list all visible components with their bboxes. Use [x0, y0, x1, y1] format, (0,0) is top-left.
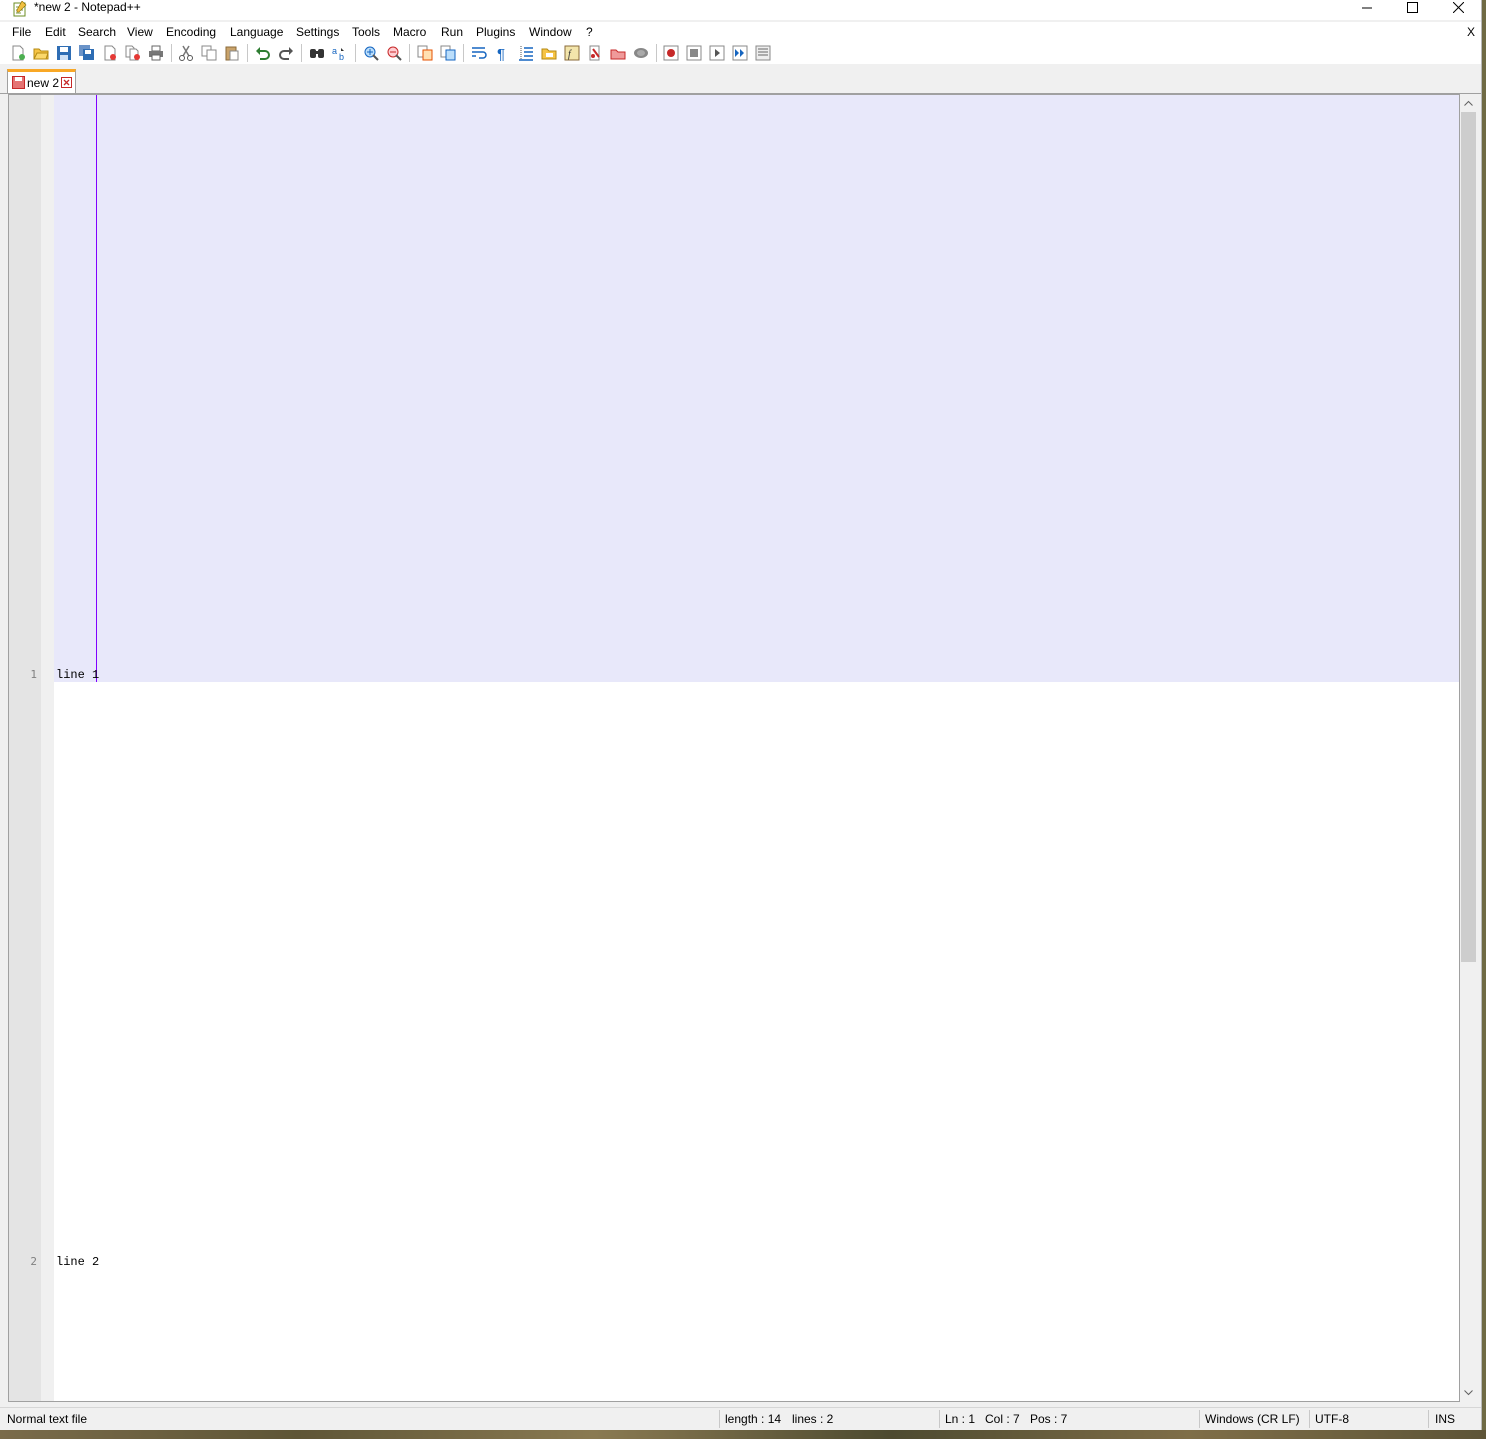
status-file-type: Normal text file	[7, 1412, 88, 1426]
doc-map-icon[interactable]	[587, 45, 603, 61]
scroll-up-arrow-icon[interactable]	[1460, 96, 1477, 110]
find-icon[interactable]	[309, 45, 325, 61]
minimize-button[interactable]	[1344, 0, 1390, 15]
menu-search[interactable]: Search	[78, 25, 116, 39]
tab-label: new 2	[27, 76, 60, 90]
status-eol-format: Windows (CR LF)	[1205, 1412, 1300, 1426]
title-bar: *new 2 - Notepad++	[0, 0, 1481, 20]
notepadpp-app-icon	[13, 0, 27, 17]
macro-run-multiple-icon[interactable]	[732, 45, 748, 61]
menu-view[interactable]: View	[127, 25, 153, 39]
line-number: 2	[30, 1255, 37, 1268]
close-all-icon[interactable]	[125, 45, 141, 61]
svg-text:a: a	[332, 46, 337, 56]
function-list-icon[interactable]: f	[564, 45, 580, 61]
unsaved-file-icon	[12, 76, 25, 92]
macro-stop-icon[interactable]	[686, 45, 702, 61]
sync-vertical-icon[interactable]	[417, 45, 433, 61]
monitoring-icon[interactable]	[633, 45, 649, 61]
fold-margin	[41, 95, 54, 1401]
status-length: length : 14	[725, 1412, 782, 1426]
sync-horizontal-icon[interactable]	[440, 45, 456, 61]
status-lines: lines : 2	[792, 1412, 834, 1426]
macro-play-icon[interactable]	[709, 45, 725, 61]
tab-new-2[interactable]: new 2	[7, 69, 76, 93]
copy-icon[interactable]	[201, 45, 217, 61]
notepadpp-window: *new 2 - Notepad++ File Edit Search View…	[0, 0, 1482, 1430]
scroll-down-arrow-icon[interactable]	[1460, 1386, 1477, 1400]
toolbar: ab ¶ f	[0, 42, 1481, 64]
tab-close-icon[interactable]	[61, 77, 72, 91]
close-window-button[interactable]	[1435, 0, 1481, 15]
status-position: Pos : 7	[1030, 1412, 1068, 1426]
menu-encoding[interactable]: Encoding	[166, 25, 216, 39]
menu-run[interactable]: Run	[441, 25, 463, 39]
scrollbar-thumb[interactable]	[1461, 112, 1476, 962]
status-insert-mode: INS	[1435, 1412, 1456, 1426]
show-all-chars-icon[interactable]: ¶	[494, 45, 510, 61]
menu-help[interactable]: ?	[586, 25, 593, 39]
open-file-icon[interactable]	[33, 45, 49, 61]
macro-record-icon[interactable]	[663, 45, 679, 61]
code-line[interactable]: line 2	[56, 1255, 99, 1269]
menu-plugins[interactable]: Plugins	[476, 25, 515, 39]
menu-bar: File Edit Search View Encoding Language …	[0, 22, 1481, 42]
status-column: Col : 7	[985, 1412, 1020, 1426]
macro-save-icon[interactable]	[755, 45, 771, 61]
code-line[interactable]: line 1	[56, 668, 99, 682]
redo-icon[interactable]	[278, 45, 294, 61]
menu-language[interactable]: Language	[230, 25, 283, 39]
new-file-icon[interactable]	[10, 45, 26, 61]
menu-window[interactable]: Window	[529, 25, 572, 39]
vertical-scrollbar[interactable]	[1460, 94, 1477, 1402]
text-editor[interactable]: 1 line 1 2 line 2	[8, 94, 1460, 1402]
menu-file[interactable]: File	[12, 25, 31, 39]
menu-settings[interactable]: Settings	[296, 25, 339, 39]
zoom-in-icon[interactable]	[363, 45, 379, 61]
line-number: 1	[30, 668, 37, 681]
menu-edit[interactable]: Edit	[45, 25, 66, 39]
word-wrap-icon[interactable]	[471, 45, 487, 61]
menu-tools[interactable]: Tools	[352, 25, 380, 39]
desktop-background	[0, 1430, 1486, 1439]
status-bar: Normal text file length : 14 lines : 2 L…	[0, 1407, 1481, 1430]
text-caret	[96, 95, 97, 682]
window-title: *new 2 - Notepad++	[34, 0, 141, 14]
svg-text:¶: ¶	[497, 46, 505, 61]
indent-guide-icon[interactable]	[518, 45, 534, 61]
folder-as-workspace-icon[interactable]	[541, 45, 557, 61]
replace-icon[interactable]: ab	[332, 45, 348, 61]
close-icon[interactable]	[102, 45, 118, 61]
maximize-button[interactable]	[1389, 0, 1435, 15]
document-list-icon[interactable]	[610, 45, 626, 61]
cut-icon[interactable]	[178, 45, 194, 61]
undo-icon[interactable]	[255, 45, 271, 61]
status-line-number: Ln : 1	[945, 1412, 976, 1426]
current-line-highlight	[54, 95, 1459, 682]
svg-text:b: b	[339, 52, 344, 61]
paste-icon[interactable]	[224, 45, 240, 61]
menu-macro[interactable]: Macro	[393, 25, 426, 39]
status-encoding: UTF-8	[1315, 1412, 1349, 1426]
print-icon[interactable]	[148, 45, 164, 61]
tab-bar: new 2	[0, 66, 1481, 94]
close-document-button[interactable]: X	[1467, 25, 1475, 39]
save-icon[interactable]	[56, 45, 72, 61]
save-all-icon[interactable]	[79, 45, 95, 61]
zoom-out-icon[interactable]	[386, 45, 402, 61]
